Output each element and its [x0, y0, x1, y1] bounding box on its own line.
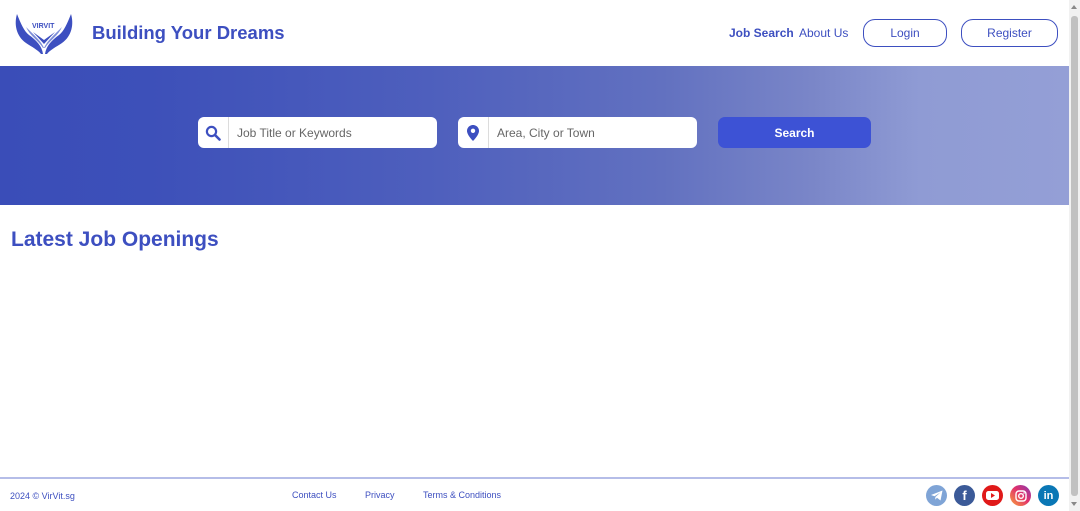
- keyword-search-field: [198, 117, 437, 148]
- location-search-field: [458, 117, 697, 148]
- location-input[interactable]: [497, 118, 697, 147]
- linkedin-icon[interactable]: in: [1038, 485, 1059, 506]
- search-icon: [198, 117, 229, 148]
- youtube-icon[interactable]: [982, 485, 1003, 506]
- site-header: VIRVIT Building Your Dreams Job Search A…: [0, 0, 1069, 66]
- page: VIRVIT Building Your Dreams Job Search A…: [0, 0, 1069, 511]
- map-pin-icon: [458, 117, 489, 148]
- search-hero: Search: [0, 66, 1069, 205]
- brand-tagline: Building Your Dreams: [92, 22, 285, 43]
- nav-job-search[interactable]: Job Search: [729, 26, 794, 40]
- facebook-icon[interactable]: f: [954, 485, 975, 506]
- latest-job-openings-heading: Latest Job Openings: [11, 228, 219, 251]
- search-button[interactable]: Search: [718, 117, 871, 148]
- nav-about-us[interactable]: About Us: [799, 26, 848, 40]
- register-button[interactable]: Register: [961, 19, 1058, 47]
- copyright-text: 2024 © VirVit.sg: [10, 491, 75, 501]
- page-scrollbar[interactable]: [1069, 0, 1080, 511]
- scrollbar-thumb[interactable]: [1071, 16, 1078, 496]
- virvit-logo[interactable]: VIRVIT: [12, 10, 76, 56]
- keyword-input[interactable]: [237, 118, 437, 147]
- footer-terms-link[interactable]: Terms & Conditions: [423, 490, 501, 500]
- telegram-icon[interactable]: [926, 485, 947, 506]
- footer-contact-link[interactable]: Contact Us: [292, 490, 337, 500]
- scroll-up-icon[interactable]: [1071, 5, 1077, 9]
- instagram-icon[interactable]: [1010, 485, 1031, 506]
- login-button[interactable]: Login: [863, 19, 947, 47]
- footer-privacy-link[interactable]: Privacy: [365, 490, 395, 500]
- scroll-down-icon[interactable]: [1071, 502, 1077, 506]
- site-footer: 2024 © VirVit.sg Contact Us Privacy Term…: [0, 477, 1069, 511]
- logo-text: VIRVIT: [32, 23, 55, 30]
